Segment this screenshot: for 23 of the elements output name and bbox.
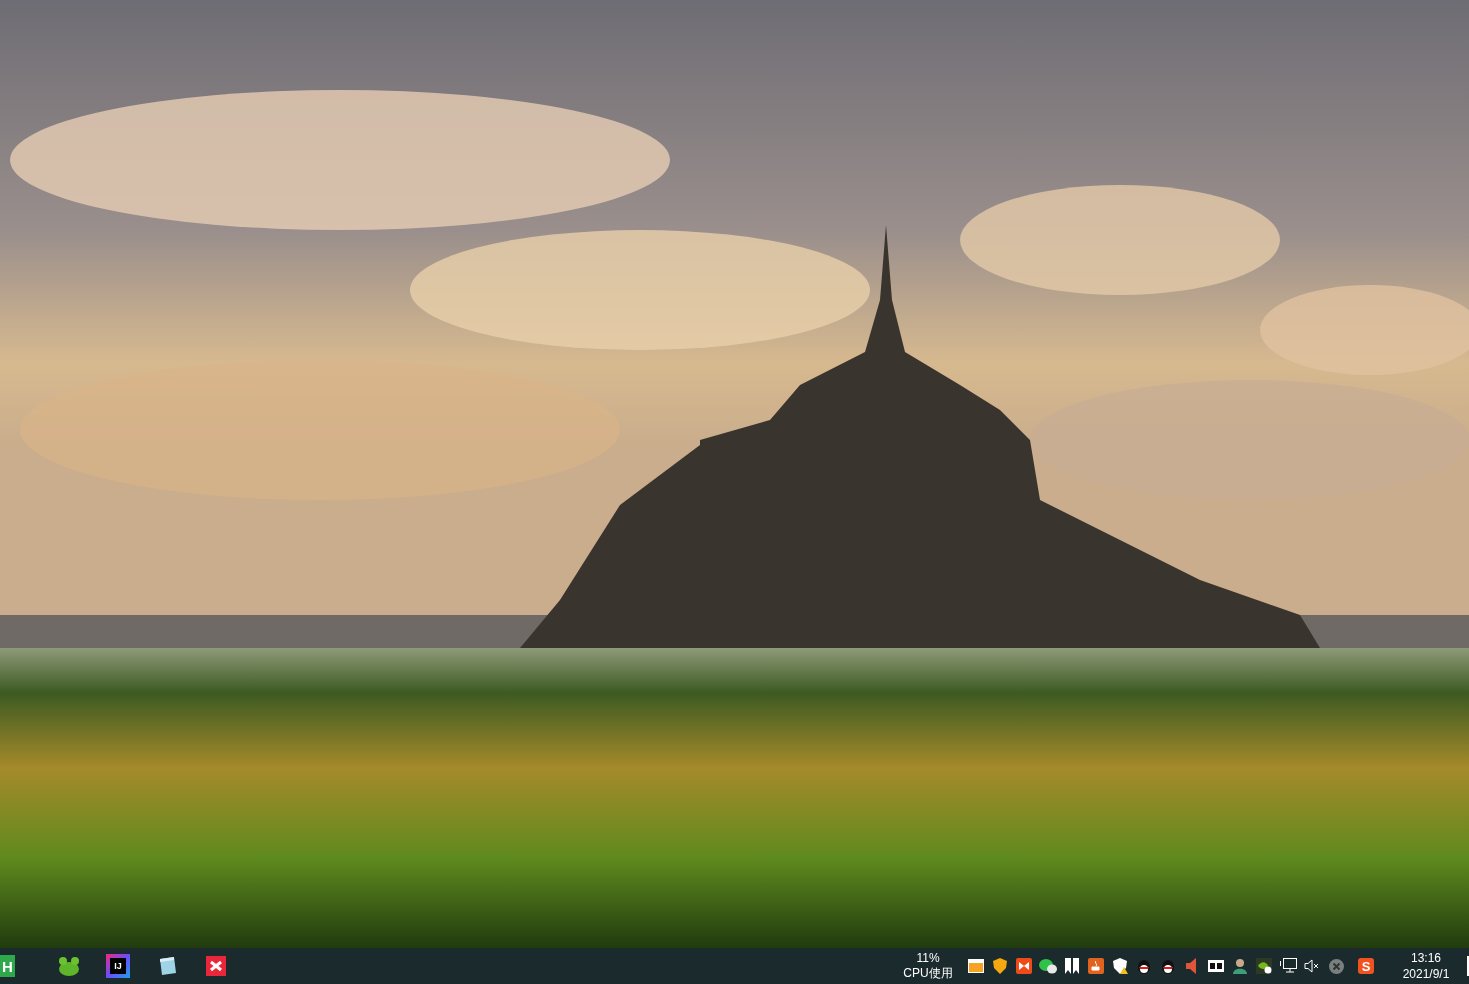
- shield-icon[interactable]: [992, 958, 1008, 974]
- shield-warning-icon[interactable]: [1112, 958, 1128, 974]
- chat-bubbles-icon[interactable]: [1039, 958, 1057, 974]
- bowtie-icon[interactable]: [1016, 958, 1032, 974]
- film-icon[interactable]: [1208, 960, 1224, 972]
- cpu-label: CPU使用: [903, 966, 953, 981]
- person-icon[interactable]: [1232, 958, 1248, 974]
- clock[interactable]: 13:16 2021/9/1: [1388, 950, 1464, 982]
- frog-icon[interactable]: [57, 954, 81, 978]
- penguin-icon[interactable]: [1137, 958, 1151, 974]
- clock-date: 2021/9/1: [1402, 966, 1450, 982]
- speaker-icon[interactable]: [1186, 958, 1198, 974]
- ide-icon[interactable]: IJ: [106, 954, 130, 978]
- network-icon[interactable]: [1279, 958, 1297, 974]
- close-icon[interactable]: [1328, 958, 1344, 974]
- sogou-icon[interactable]: S: [1358, 958, 1374, 974]
- clock-time: 13:16: [1411, 950, 1441, 966]
- cpu-percent: 11%: [916, 951, 940, 966]
- cup-icon[interactable]: [1088, 958, 1104, 974]
- x-app-icon[interactable]: [204, 954, 228, 978]
- mute-icon[interactable]: [1304, 959, 1320, 973]
- penguin-icon[interactable]: [1161, 958, 1175, 974]
- bookmark-icon[interactable]: [1065, 958, 1079, 974]
